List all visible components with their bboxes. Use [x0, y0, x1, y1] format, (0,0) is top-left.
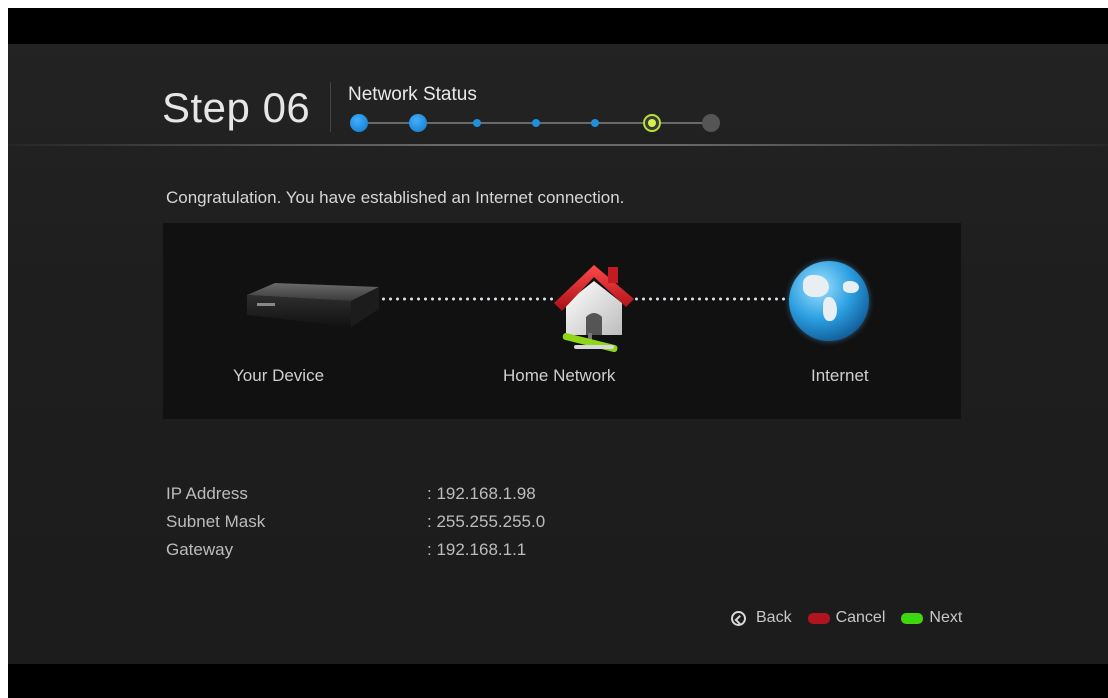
internet-globe-icon	[789, 261, 869, 341]
progress-step-4	[532, 119, 540, 127]
next-label: Next	[929, 609, 963, 626]
ip-address-value: : 192.168.1.98	[427, 484, 536, 503]
ip-address-row: IP Address : 192.168.1.98	[166, 484, 536, 504]
green-key-icon	[901, 612, 924, 624]
step-name: Network Status	[348, 84, 477, 105]
subnet-mask-label: Subnet Mask	[166, 512, 266, 531]
progress-step-7	[702, 114, 720, 132]
device-home-connector	[373, 297, 553, 301]
gateway-value: : 192.168.1.1	[427, 540, 527, 559]
gateway-label: Gateway	[166, 540, 234, 559]
network-diagram: Your Device Home Network Internet	[163, 223, 961, 419]
back-button[interactable]: Back	[731, 609, 792, 627]
subnet-mask-value: : 255.255.255.0	[427, 512, 546, 531]
progress-step-3	[473, 119, 481, 127]
home-network-icon	[554, 265, 634, 353]
next-button[interactable]: Next	[901, 609, 962, 627]
cancel-label: Cancel	[835, 609, 886, 626]
cancel-button[interactable]: Cancel	[807, 609, 886, 627]
header-rule	[8, 144, 1108, 146]
set-top-box-icon	[247, 283, 379, 327]
gateway-row: Gateway : 192.168.1.1	[166, 540, 526, 560]
internet-label: Internet	[811, 366, 869, 385]
header-divider	[330, 82, 331, 132]
footer-key-hints: Back Cancel Next	[731, 609, 978, 627]
home-internet-connector	[633, 297, 793, 301]
progress-step-1	[350, 114, 368, 132]
progress-step-2	[409, 114, 427, 132]
ip-address-label: IP Address	[166, 484, 248, 503]
home-network-label: Home Network	[503, 366, 616, 385]
progress-indicator	[348, 110, 728, 136]
progress-step-6-current	[643, 114, 661, 132]
your-device-label: Your Device	[233, 366, 325, 385]
step-title: Step 06	[162, 84, 311, 131]
connection-message: Congratulation. You have established an …	[166, 188, 625, 207]
red-key-icon	[807, 612, 830, 624]
progress-step-5	[591, 119, 599, 127]
back-icon	[731, 610, 746, 626]
back-label: Back	[756, 609, 792, 626]
subnet-mask-row: Subnet Mask : 255.255.255.0	[166, 512, 545, 532]
